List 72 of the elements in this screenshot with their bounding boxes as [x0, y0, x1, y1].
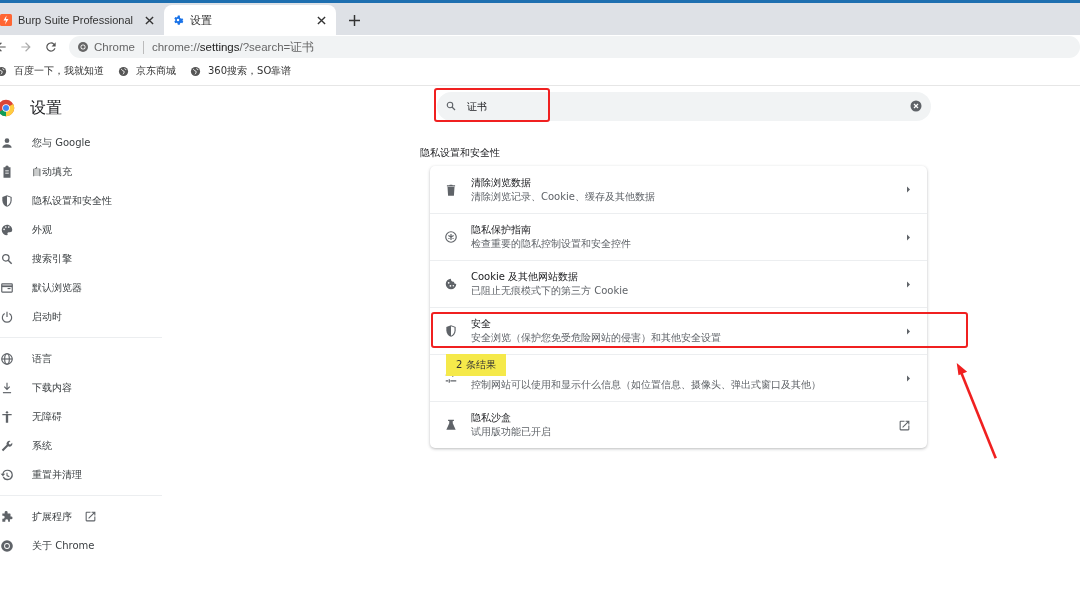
bookmark[interactable]: 百度一下，我就知道 — [0, 64, 104, 78]
row-description: 清除浏览记录、Cookie、缓存及其他数据 — [471, 189, 656, 204]
shield-icon — [0, 193, 14, 208]
lightning-icon — [0, 14, 12, 26]
sidebar-item[interactable]: 自动填充 — [0, 157, 227, 186]
row-title: Cookie 及其他网站数据 — [471, 270, 580, 284]
person-icon — [0, 135, 14, 150]
row-title: 隐私保护指南 — [471, 223, 532, 237]
site-label: Chrome — [94, 41, 135, 53]
trash-icon — [444, 182, 458, 197]
arrow-right-icon — [906, 233, 911, 241]
new-tab-icon[interactable] — [346, 12, 362, 28]
sidebar-item[interactable]: 关于 Chrome — [0, 531, 227, 560]
sidebar-item[interactable]: 语言 — [0, 344, 227, 373]
sidebar-item[interactable]: 默认浏览器 — [0, 273, 227, 302]
arrow-right-icon — [906, 186, 911, 193]
sidebar-item[interactable]: 下载内容 — [0, 373, 227, 402]
settings-row[interactable]: 清除浏览数据 清除浏览记录、Cookie、缓存及其他数据 — [430, 166, 927, 213]
chrome-icon — [77, 41, 89, 53]
row-description: 控制网站可以使用和显示什么信息（如位置信息、摄像头、弹出式窗口及其他） — [471, 378, 822, 392]
browser-tab[interactable]: Burp Suite Professional — [0, 5, 164, 35]
row-title: 安全 — [471, 317, 492, 331]
result-count-tooltip: 2 条结果 — [446, 354, 506, 376]
address-bar[interactable]: Chrome chrome://settings/?search=证书 — [69, 36, 1080, 58]
reload-icon — [44, 40, 58, 54]
sidebar-item[interactable]: 隐私设置和安全性 — [0, 186, 227, 215]
cookie-icon — [444, 277, 458, 291]
chrome-icon — [0, 538, 14, 553]
sidebar-item[interactable]: 系统 — [0, 431, 227, 460]
sidebar-item[interactable]: 扩展程序 — [0, 502, 227, 531]
row-description: 已阻止无痕模式下的第三方 Cookie — [471, 284, 630, 298]
download-icon — [0, 380, 14, 395]
arrow-right-icon — [906, 327, 911, 335]
chrome-logo — [0, 99, 15, 117]
puzzle-icon — [0, 509, 14, 524]
bookmark[interactable]: 京东商城 — [118, 64, 176, 78]
search-field[interactable]: 证书 — [437, 92, 931, 121]
bookmark[interactable]: 360搜索，SO靠谱 — [190, 64, 292, 78]
sidebar-item[interactable]: 启动时 — [0, 302, 227, 331]
accessibility-icon — [0, 409, 14, 424]
flask-icon — [444, 418, 458, 432]
forward-icon — [19, 40, 33, 54]
row-description: 试用版功能已开启 — [471, 425, 552, 439]
sidebar-item[interactable]: 搜索引擎 — [0, 244, 227, 273]
arrow-right-icon — [906, 374, 911, 382]
clear-icon — [910, 100, 922, 112]
shield-icon — [444, 324, 458, 338]
row-title: 清除浏览数据 — [471, 175, 532, 190]
browser-tab[interactable]: 设置 — [164, 5, 336, 35]
power-icon — [0, 309, 14, 324]
sidebar-item[interactable]: 无障碍 — [0, 402, 227, 431]
external-link-icon — [898, 418, 911, 432]
arrow-right-icon — [906, 280, 911, 288]
browser-window-icon — [0, 280, 14, 295]
gear-icon — [172, 14, 184, 26]
wrench-icon — [0, 438, 14, 453]
sidebar-item[interactable]: 重置并清理 — [0, 460, 227, 489]
row-title: 隐私沙盒 — [471, 411, 512, 425]
palette-icon — [0, 222, 14, 237]
url-text: chrome://settings/?search=证书 — [151, 39, 315, 55]
section-heading: 隐私设置和安全性 — [420, 146, 501, 160]
history-icon — [0, 467, 14, 482]
sidebar-item[interactable]: 外观 — [0, 215, 227, 244]
settings-title: 设置 — [30, 97, 62, 119]
search-icon — [445, 100, 457, 112]
sidebar-item[interactable]: 您与 Google — [0, 128, 227, 157]
row-description: 安全浏览（保护您免受危险网站的侵害）和其他安全设置 — [471, 331, 722, 345]
settings-row[interactable]: 隐私沙盒 试用版功能已开启 — [430, 401, 927, 448]
settings-row[interactable]: 隐私保护指南 检查重要的隐私控制设置和安全控件 — [430, 213, 927, 260]
settings-row[interactable]: Cookie 及其他网站数据 已阻止无痕模式下的第三方 Cookie — [430, 260, 927, 307]
search-icon — [0, 251, 14, 266]
row-description: 检查重要的隐私控制设置和安全控件 — [471, 237, 632, 251]
